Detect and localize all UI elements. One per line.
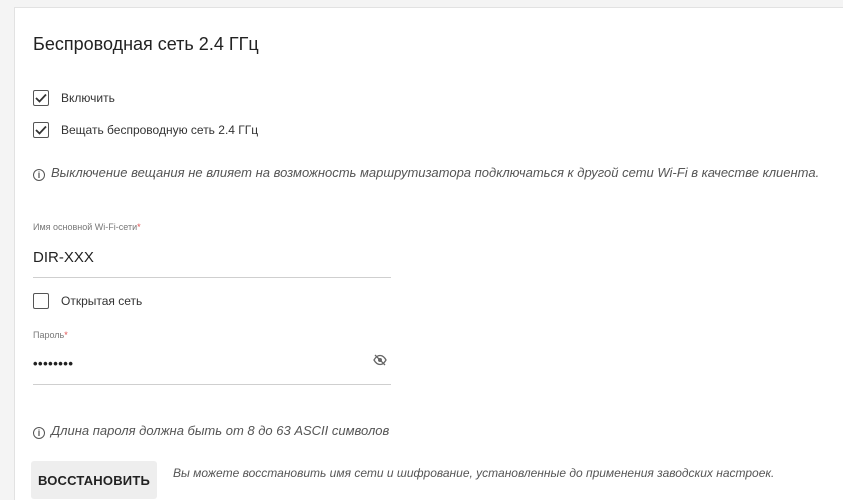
check-icon: [35, 93, 47, 103]
password-label: Пароль*: [33, 330, 68, 340]
broadcast-checkbox-label: Вещать беспроводную сеть 2.4 ГГц: [61, 123, 259, 137]
open-network-checkbox-row[interactable]: Открытая сеть: [33, 293, 142, 309]
password-label-text: Пароль: [33, 330, 65, 340]
password-info-text: Длина пароля должна быть от 8 до 63 ASCI…: [51, 423, 390, 438]
broadcast-checkbox-row[interactable]: Вещать беспроводную сеть 2.4 ГГц: [33, 122, 258, 138]
required-mark: *: [137, 222, 141, 232]
info-icon: i: [33, 427, 45, 439]
ssid-label-text: Имя основной Wi-Fi-сети: [33, 222, 138, 232]
section-title: Беспроводная сеть 2.4 ГГц: [33, 34, 259, 54]
password-info-note: i Длина пароля должна быть от 8 до 63 ASC…: [33, 421, 389, 441]
enable-checkbox[interactable]: [33, 90, 49, 106]
broadcast-info-text: Выключение вещания не влияет на возможно…: [51, 165, 820, 180]
restore-info-text: Вы можете восстановить имя сети и шифров…: [173, 466, 775, 480]
check-icon: [35, 125, 47, 135]
ssid-input[interactable]: [33, 246, 391, 278]
enable-checkbox-row[interactable]: Включить: [33, 90, 115, 106]
eye-off-icon[interactable]: [373, 353, 387, 371]
broadcast-checkbox[interactable]: [33, 122, 49, 138]
ssid-label: Имя основной Wi-Fi-сети*: [33, 222, 141, 232]
wireless-settings-panel: Беспроводная сеть 2.4 ГГц Включить Вещат…: [14, 7, 843, 500]
required-mark: *: [64, 330, 68, 340]
enable-checkbox-label: Включить: [61, 91, 115, 105]
open-network-checkbox-label: Открытая сеть: [61, 294, 143, 308]
open-network-checkbox[interactable]: [33, 293, 49, 309]
broadcast-info-note: i Выключение вещания не влияет на возможн…: [33, 163, 823, 183]
info-icon: i: [33, 169, 45, 181]
restore-button[interactable]: ВОССТАНОВИТЬ: [31, 461, 157, 499]
password-input[interactable]: [33, 351, 391, 385]
